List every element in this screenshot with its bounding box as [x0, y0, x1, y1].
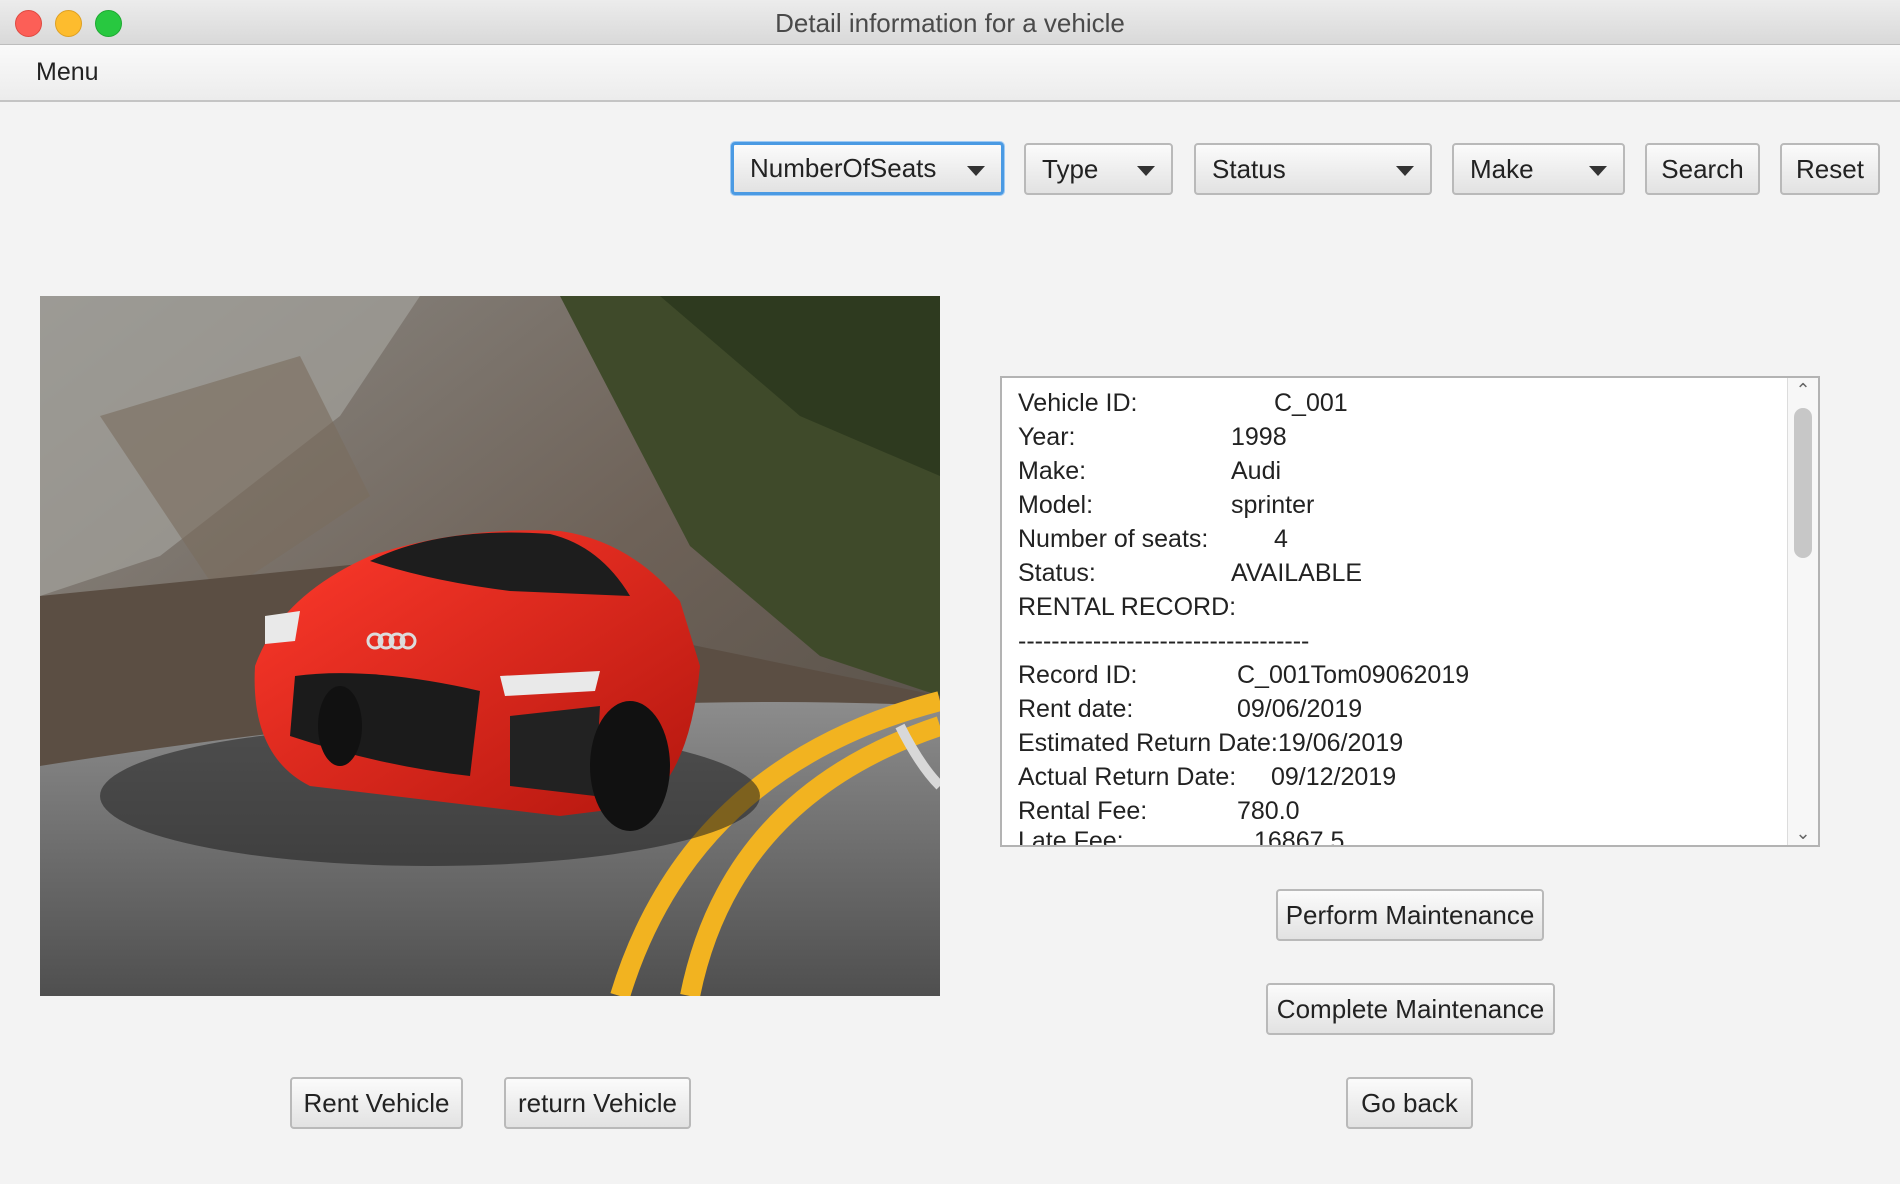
year-label: Year: — [1018, 423, 1076, 451]
vehicle-id-label: Vehicle ID: — [1018, 389, 1138, 417]
menu-bar: Menu — [0, 45, 1900, 102]
vehicle-id-value: C_001 — [1274, 389, 1348, 417]
status-filter-dropdown[interactable]: Status — [1194, 143, 1432, 195]
rental-fee-label: Rental Fee: — [1018, 797, 1148, 825]
details-scrollbar[interactable]: ⌃ ⌄ — [1787, 378, 1818, 845]
model-value: sprinter — [1231, 491, 1315, 519]
rental-record-header: RENTAL RECORD: — [1018, 593, 1237, 621]
record-id-label: Record ID: — [1018, 661, 1138, 689]
type-filter-label: Type — [1042, 153, 1099, 184]
menu-menu[interactable]: Menu — [36, 58, 99, 87]
late-fee-label: Late Fee: — [1018, 827, 1124, 847]
scroll-down-icon[interactable]: ⌄ — [1793, 823, 1813, 843]
status-label: Status: — [1018, 559, 1096, 587]
separator-line: ----------------------------------- — [1018, 627, 1310, 655]
model-label: Model: — [1018, 491, 1094, 519]
make-filter-label: Make — [1470, 153, 1534, 184]
vehicle-photo — [40, 296, 940, 996]
seats-filter-dropdown[interactable]: NumberOfSeats — [731, 142, 1004, 195]
type-filter-dropdown[interactable]: Type — [1024, 143, 1173, 195]
chevron-down-icon — [1589, 166, 1607, 176]
vehicle-details-textarea[interactable]: Vehicle ID: C_001 Year: 1998 Make: Audi … — [1000, 376, 1820, 847]
scroll-thumb[interactable] — [1794, 408, 1812, 558]
record-id-value: C_001Tom09062019 — [1237, 661, 1470, 689]
chevron-down-icon — [967, 166, 985, 176]
perform-maintenance-button[interactable]: Perform Maintenance — [1276, 889, 1544, 941]
chevron-down-icon — [1137, 166, 1155, 176]
scroll-up-icon[interactable]: ⌃ — [1793, 380, 1813, 400]
chevron-down-icon — [1396, 166, 1414, 176]
late-fee-value: 16867.5 — [1254, 827, 1345, 847]
title-bar: Detail information for a vehicle — [0, 0, 1900, 45]
actual-return-label: Actual Return Date: — [1018, 763, 1237, 791]
year-value: 1998 — [1231, 423, 1287, 451]
vehicle-image — [40, 296, 940, 996]
seats-filter-label: NumberOfSeats — [750, 153, 937, 183]
actual-return-value: 09/12/2019 — [1271, 763, 1397, 791]
make-filter-dropdown[interactable]: Make — [1452, 143, 1625, 195]
status-filter-label: Status — [1212, 153, 1286, 184]
rent-vehicle-button[interactable]: Rent Vehicle — [290, 1077, 463, 1129]
estimated-return-label: Estimated Return Date: — [1018, 729, 1278, 757]
rent-date-value: 09/06/2019 — [1237, 695, 1363, 723]
make-label: Make: — [1018, 457, 1087, 485]
search-button[interactable]: Search — [1645, 143, 1760, 195]
seats-label: Number of seats: — [1018, 525, 1209, 553]
estimated-return-value: 19/06/2019 — [1278, 729, 1404, 757]
status-value: AVAILABLE — [1231, 559, 1363, 587]
seats-value: 4 — [1274, 525, 1288, 553]
reset-button[interactable]: Reset — [1780, 143, 1880, 195]
rent-date-label: Rent date: — [1018, 695, 1134, 723]
window-title: Detail information for a vehicle — [775, 8, 1125, 38]
complete-maintenance-button[interactable]: Complete Maintenance — [1266, 983, 1555, 1035]
make-value: Audi — [1231, 457, 1282, 485]
return-vehicle-button[interactable]: return Vehicle — [504, 1077, 691, 1129]
vehicle-detail-window: Detail information for a vehicle Menu Nu… — [0, 0, 1900, 1184]
rental-fee-value: 780.0 — [1237, 797, 1300, 825]
go-back-button[interactable]: Go back — [1346, 1077, 1473, 1129]
